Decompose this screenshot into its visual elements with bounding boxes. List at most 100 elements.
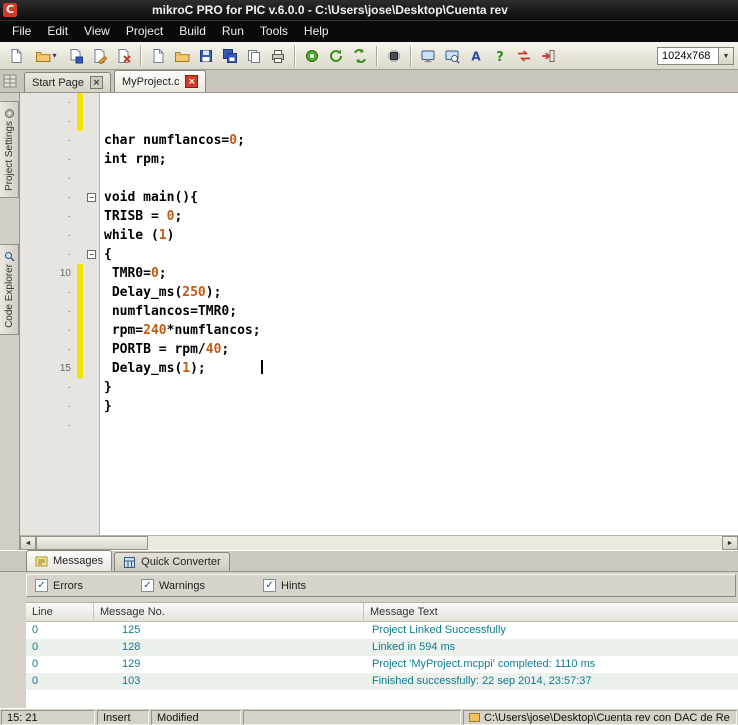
editor-line[interactable]: · xyxy=(20,93,738,112)
close-project-button[interactable] xyxy=(112,44,136,67)
save-project-button[interactable] xyxy=(64,44,88,67)
new-file-button[interactable] xyxy=(146,44,170,67)
close-tab-icon[interactable]: × xyxy=(185,75,199,88)
editor-line[interactable]: 15 Delay_ms(1); xyxy=(20,359,738,378)
message-line-cell: 0 xyxy=(32,641,39,653)
edit-project-button[interactable] xyxy=(88,44,112,67)
editor-line[interactable]: · xyxy=(20,112,738,131)
hscroll-row: ◄ ► xyxy=(0,535,738,550)
scrollbar-thumb[interactable] xyxy=(36,536,148,550)
tab-quick-converter[interactable]: Quick Converter xyxy=(114,552,230,571)
message-no-cell: 129 xyxy=(122,658,141,670)
horizontal-scrollbar[interactable]: ◄ ► xyxy=(20,535,738,550)
monitor-icon xyxy=(420,48,436,64)
tab-label: Messages xyxy=(53,555,104,567)
menu-edit[interactable]: Edit xyxy=(39,21,76,42)
tab-myproject-c[interactable]: MyProject.c × xyxy=(113,70,207,92)
fold-collapse-icon[interactable]: − xyxy=(87,193,96,202)
copy-button[interactable] xyxy=(242,44,266,67)
project-settings-icon xyxy=(4,106,15,118)
column-header-message-text[interactable]: Message Text xyxy=(364,603,738,621)
dropdown-arrow-icon[interactable]: ▾ xyxy=(52,51,56,60)
message-row[interactable]: 0 103 Finished successfully: 22 sep 2014, … xyxy=(26,673,738,690)
editor-line[interactable]: · PORTB = rpm/40; xyxy=(20,340,738,359)
message-row[interactable]: 0 128 Linked in 594 ms xyxy=(26,639,738,656)
hints-checkbox[interactable]: ✓ xyxy=(263,579,277,592)
modified-marker xyxy=(77,340,83,359)
gear-green-icon xyxy=(304,48,320,64)
scrollbar-track[interactable] xyxy=(36,536,722,550)
modified-column xyxy=(76,226,85,245)
editor-line[interactable]: · int rpm; xyxy=(20,150,738,169)
editor-line[interactable]: · rpm=240*numflancos; xyxy=(20,321,738,340)
page-delete-icon xyxy=(116,48,132,64)
print-button[interactable] xyxy=(266,44,290,67)
menu-tools[interactable]: Tools xyxy=(252,21,296,42)
editor-line[interactable]: · Delay_ms(250); xyxy=(20,283,738,302)
tab-messages[interactable]: Messages xyxy=(26,550,113,571)
editor-line[interactable]: · xyxy=(20,169,738,188)
code-editor[interactable]: · · · char numflancos=0; · int rpm; · · − void ma… xyxy=(20,93,738,535)
export-button[interactable] xyxy=(536,44,560,67)
editor-line[interactable]: 10 TMR0=0; xyxy=(20,264,738,283)
monitor-watch-icon xyxy=(444,48,460,64)
editor-line[interactable]: ·} xyxy=(20,378,738,397)
resolution-dropdown-button[interactable]: ▼ xyxy=(719,46,734,65)
column-header-message-no[interactable]: Message No. xyxy=(94,603,364,621)
menu-project[interactable]: Project xyxy=(118,21,171,42)
editor-line[interactable]: · −{ xyxy=(20,245,738,264)
chip-program-icon xyxy=(386,48,402,64)
message-row[interactable]: 0 129 Project 'MyProject.mcppi' completed:… xyxy=(26,656,738,673)
save-all-button[interactable] xyxy=(218,44,242,67)
column-header-line[interactable]: Line xyxy=(26,603,94,621)
dock-tab-code-explorer[interactable]: Code Explorer xyxy=(0,244,19,335)
modified-column xyxy=(76,245,85,264)
gear-all-icon xyxy=(352,48,368,64)
fold-column: − xyxy=(85,188,100,207)
watch-window-button[interactable] xyxy=(440,44,464,67)
open-file-button[interactable] xyxy=(170,44,194,67)
messages-tab-bar: Messages Quick Converter xyxy=(0,550,738,572)
editor-line[interactable]: ·} xyxy=(20,397,738,416)
menu-build[interactable]: Build xyxy=(171,21,214,42)
rebuild-all-button[interactable] xyxy=(324,44,348,67)
warnings-checkbox[interactable]: ✓ xyxy=(140,579,154,592)
editor-line[interactable]: · numflancos=TMR0; xyxy=(20,302,738,321)
line-number: · xyxy=(20,302,76,321)
editor-line[interactable]: · xyxy=(20,416,738,435)
editor-line[interactable]: · char numflancos=0; xyxy=(20,131,738,150)
editor-lines: · · · char numflancos=0; · int rpm; · · − void ma… xyxy=(20,93,738,535)
dock-tab-project-settings[interactable]: Project Settings xyxy=(0,101,19,199)
menu-view[interactable]: View xyxy=(76,21,118,42)
scroll-right-button[interactable]: ► xyxy=(722,536,738,550)
resolution-input[interactable] xyxy=(657,46,719,65)
editor-line[interactable]: · − void main(){ xyxy=(20,188,738,207)
swap-view-button[interactable] xyxy=(512,44,536,67)
editor-font-button[interactable]: A xyxy=(464,44,488,67)
debugger-button[interactable] xyxy=(416,44,440,67)
save-file-button[interactable] xyxy=(194,44,218,67)
help-button[interactable]: ? xyxy=(488,44,512,67)
scroll-left-button[interactable]: ◄ xyxy=(20,536,36,550)
title-bar[interactable]: C mikroC PRO for PIC v.6.0.0 - C:\Users\… xyxy=(0,0,738,20)
editor-line[interactable]: · TRISB = 0; xyxy=(20,207,738,226)
menu-run[interactable]: Run xyxy=(214,21,252,42)
modified-column xyxy=(76,321,85,340)
tab-start-page[interactable]: Start Page × xyxy=(24,72,111,92)
code-line-text: char numflancos=0; xyxy=(104,133,245,148)
line-number: · xyxy=(20,321,76,340)
tab-label: Quick Converter xyxy=(141,556,221,568)
open-project-button[interactable]: ▾ xyxy=(28,44,64,67)
message-text-cell: Project 'MyProject.mcppi' completed: 111… xyxy=(372,658,596,670)
menu-help[interactable]: Help xyxy=(296,21,337,42)
menu-file[interactable]: File xyxy=(4,21,39,42)
close-tab-icon[interactable]: × xyxy=(89,76,103,89)
editor-line[interactable]: · while (1) xyxy=(20,226,738,245)
compile-button[interactable] xyxy=(300,44,324,67)
fold-collapse-icon[interactable]: − xyxy=(87,250,96,259)
message-row[interactable]: 0 125 Project Linked Successfully xyxy=(26,622,738,639)
program-button[interactable] xyxy=(382,44,406,67)
errors-checkbox[interactable]: ✓ xyxy=(35,579,48,592)
new-project-button[interactable] xyxy=(4,44,28,67)
build-all-button[interactable] xyxy=(348,44,372,67)
